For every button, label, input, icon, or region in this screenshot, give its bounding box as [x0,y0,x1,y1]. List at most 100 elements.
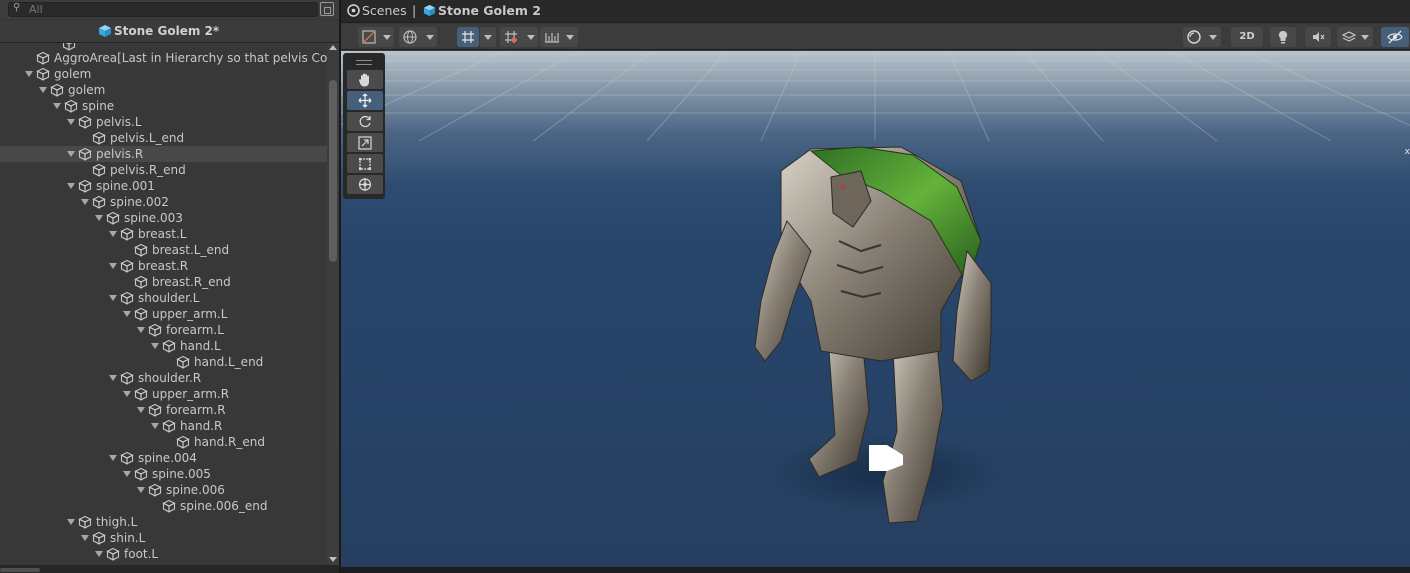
rect-tool-button[interactable] [347,154,383,173]
tree-row-label: golem [54,67,92,81]
tree-row[interactable]: spine [0,98,327,114]
effects-dropdown[interactable] [1337,27,1373,47]
hierarchy-search-field[interactable]: ⚲ [8,2,318,17]
tree-row-label: forearm.R [166,403,226,417]
tree-row[interactable]: pelvis.L_end [0,130,327,146]
scroll-down-arrow-icon[interactable] [329,557,337,562]
render-mode-dropdown[interactable] [399,27,437,47]
tree-row[interactable]: breast.R [0,258,327,274]
tree-row[interactable]: upper_arm.R [0,386,327,402]
tree-row[interactable]: hand.L [0,338,327,354]
expand-arrow-icon[interactable] [137,327,145,333]
grid-snapping-toggle[interactable] [457,27,479,47]
expand-arrow-icon[interactable] [39,87,47,93]
close-icon[interactable]: x [1405,147,1410,157]
expand-arrow-icon[interactable] [123,471,131,477]
gameobject-cube-icon [120,291,134,305]
breadcrumb-scenes[interactable]: Scenes [347,3,407,19]
expand-arrow-icon[interactable] [123,311,131,317]
hierarchy-search-input[interactable] [29,3,309,16]
2d-mode-toggle[interactable]: 2D [1231,27,1263,47]
drag-handle-icon[interactable] [356,60,372,65]
tree-row-label: breast.L_end [152,243,230,257]
increment-snap-dropdown[interactable] [500,27,538,47]
breadcrumb-prefab[interactable]: Stone Golem 2 [423,3,541,19]
expand-arrow-icon[interactable] [81,535,89,541]
expand-arrow-icon[interactable] [67,183,75,189]
move-tool-button[interactable] [347,91,383,110]
tree-row[interactable]: golem [0,66,327,82]
tree-row[interactable]: thigh.L [0,514,327,530]
tree-row[interactable]: spine.006 [0,482,327,498]
shading-sphere-dropdown[interactable] [1183,27,1221,47]
tree-row[interactable]: hand.R [0,418,327,434]
audio-toggle[interactable] [1305,27,1331,47]
tree-row[interactable]: spine.003 [0,210,327,226]
draw-mode-dropdown[interactable] [358,27,394,47]
tree-row[interactable]: forearm.R [0,402,327,418]
tree-row[interactable]: spine.005 [0,466,327,482]
tree-row[interactable]: pelvis.R_end [0,162,327,178]
tree-row[interactable]: spine.006_end [0,498,327,514]
rotate-tool-button[interactable] [347,112,383,131]
tree-row[interactable]: shoulder.L [0,290,327,306]
expand-arrow-icon[interactable] [123,391,131,397]
hierarchy-scrollbar[interactable] [327,43,339,565]
expand-arrow-icon[interactable] [95,215,103,221]
tree-row[interactable]: hand.R_end [0,434,327,450]
tree-row[interactable]: breast.L [0,226,327,242]
expand-arrow-icon[interactable] [67,519,75,525]
expand-arrow-icon[interactable] [151,343,159,349]
horizontal-scrollbar-thumb[interactable] [0,568,40,572]
expand-arrow-icon[interactable] [95,551,103,557]
scene-header[interactable]: Stone Golem 2* [0,21,339,43]
lighting-toggle[interactable] [1270,27,1296,47]
expand-arrow-icon[interactable] [137,487,145,493]
scrollbar-thumb[interactable] [329,80,337,262]
tree-row[interactable]: hand.L_end [0,354,327,370]
tree-row[interactable]: spine.004 [0,450,327,466]
shading-mode-icon [362,30,376,44]
expand-arrow-icon[interactable] [67,151,75,157]
tree-row[interactable]: pelvis.L [0,114,327,130]
expand-arrow-icon[interactable] [109,375,117,381]
tree-row[interactable]: forearm.L [0,322,327,338]
expand-arrow-icon[interactable] [67,119,75,125]
scale-tool-button[interactable] [347,133,383,152]
scene-viewport[interactable]: x [341,51,1410,567]
grid-snap-icon [462,31,474,43]
expand-arrow-icon[interactable] [81,199,89,205]
expand-arrow-icon[interactable] [137,407,145,413]
tree-row[interactable]: breast.R_end [0,274,327,290]
tree-row[interactable]: pelvis.R [0,146,327,162]
expand-arrow-icon[interactable] [53,103,61,109]
expand-arrow-icon[interactable] [109,455,117,461]
tree-row-label: hand.R_end [194,435,265,449]
hand-tool-button[interactable] [347,70,383,89]
tree-row[interactable]: shin.L [0,530,327,546]
search-options-icon[interactable] [320,2,334,16]
expand-arrow-icon[interactable] [109,263,117,269]
gameobject-cube-icon [176,435,190,449]
tree-row[interactable]: shoulder.R [0,370,327,386]
expand-arrow-icon[interactable] [109,231,117,237]
unity-cube-icon [99,25,111,37]
expand-arrow-icon[interactable] [25,71,33,77]
grid-snapping-dropdown[interactable] [480,27,496,47]
tree-row[interactable]: spine.001 [0,178,327,194]
expand-arrow-icon[interactable] [151,423,159,429]
scroll-up-arrow-icon[interactable] [329,45,337,50]
hierarchy-horizontal-scrollbar[interactable] [0,565,339,573]
scene-view-panel: Scenes | Stone Golem 2 2D x [341,0,1410,573]
tree-row[interactable]: upper_arm.L [0,306,327,322]
tree-row[interactable]: AggroArea[Last in Hierarchy so that pelv… [0,50,327,66]
scene-visibility-toggle[interactable] [1381,27,1409,47]
expand-arrow-icon[interactable] [109,295,117,301]
tree-row[interactable]: spine.002 [0,194,327,210]
tree-row[interactable]: foot.L [0,546,327,562]
ruler-snap-dropdown[interactable] [540,27,578,47]
transform-tool-button[interactable] [347,175,383,194]
tree-row[interactable]: breast.L_end [0,242,327,258]
tree-row[interactable]: golem [0,82,327,98]
gameobject-cube-icon [162,339,176,353]
